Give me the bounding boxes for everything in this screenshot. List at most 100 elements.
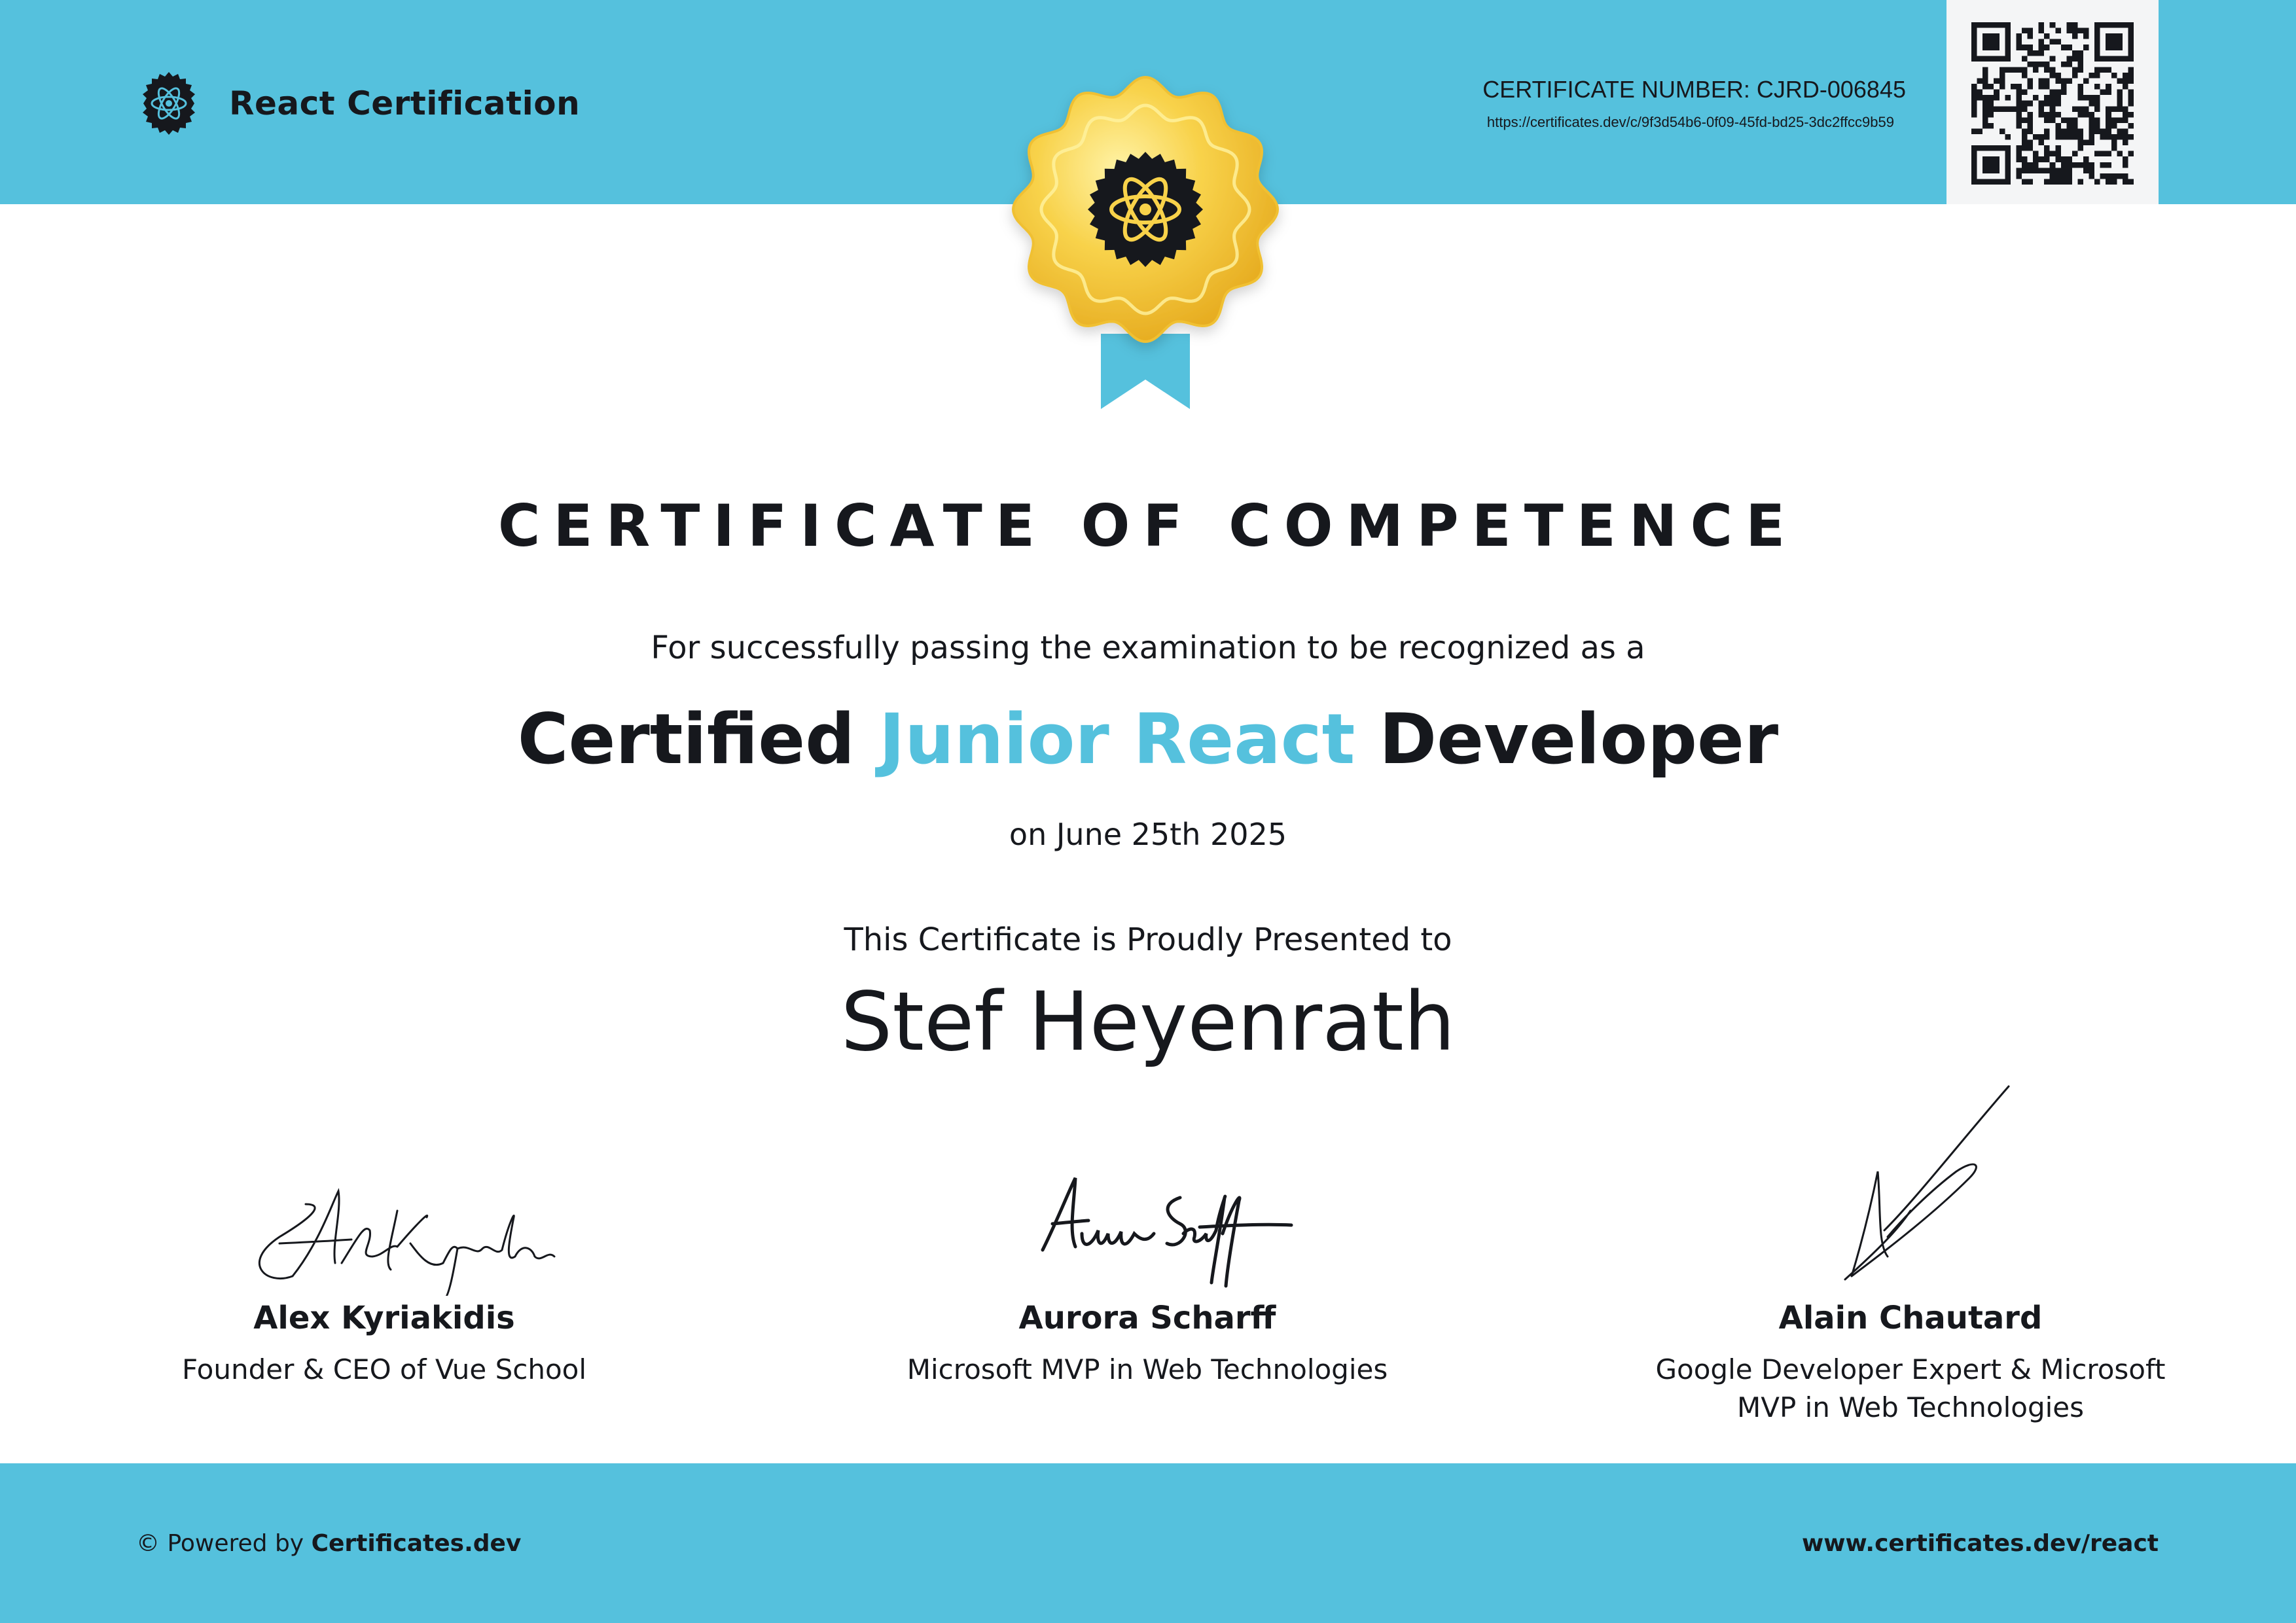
qr-module — [1971, 106, 1977, 112]
qr-code[interactable] — [1946, 0, 2159, 204]
qr-module — [2016, 89, 2022, 96]
qr-module — [2016, 45, 2022, 50]
qr-module — [2066, 134, 2072, 140]
qr-module — [2122, 72, 2128, 79]
qr-module — [2089, 100, 2095, 107]
provider-link[interactable]: Certificates.dev — [312, 1530, 522, 1557]
qr-module — [2122, 179, 2128, 185]
qr-module — [2083, 156, 2089, 162]
powered-by: © Powered by Certificates.dev — [136, 1530, 521, 1557]
qr-module — [2100, 162, 2106, 168]
qr-module — [2077, 56, 2084, 62]
qr-module — [2066, 22, 2072, 28]
qr-module — [2066, 168, 2072, 173]
qr-module — [2077, 50, 2084, 56]
qr-module — [2122, 139, 2128, 146]
qr-module — [2021, 67, 2028, 73]
qr-module — [2033, 50, 2039, 56]
qr-module — [2060, 156, 2067, 162]
qr-module — [2128, 72, 2134, 79]
qr-module — [1988, 122, 1994, 129]
qr-module — [2117, 89, 2123, 96]
qr-module — [2027, 50, 2034, 56]
qr-module — [2060, 173, 2067, 179]
qr-module — [2044, 84, 2050, 90]
qr-module — [2100, 128, 2106, 135]
qr-module — [2044, 33, 2050, 39]
qr-module — [2027, 84, 2034, 90]
qr-module — [2089, 111, 2095, 118]
qr-module — [2033, 61, 2039, 67]
qr-module — [2027, 61, 2034, 67]
certificate-url[interactable]: https://certificates.dev/c/9f3d54b6-0f09… — [1487, 114, 1894, 131]
qr-module — [2027, 100, 2034, 107]
qr-module — [2044, 111, 2050, 118]
qr-module — [2044, 151, 2050, 157]
qr-module — [2038, 61, 2045, 67]
presented-to-text: This Certificate is Proudly Presented to — [844, 921, 1452, 958]
qr-module — [2117, 100, 2123, 107]
powered-by-label: Powered by — [167, 1530, 304, 1557]
qr-module — [2005, 67, 2011, 73]
qr-module — [2044, 128, 2050, 135]
qr-module — [2094, 122, 2100, 129]
qr-module — [1982, 122, 1988, 129]
qr-module — [2038, 78, 2045, 84]
qr-module — [2072, 106, 2078, 112]
qr-module — [2072, 128, 2078, 135]
qr-module — [2038, 134, 2045, 140]
qr-module — [1988, 111, 1994, 118]
qr-module — [2060, 117, 2067, 123]
qr-module — [1988, 84, 1994, 90]
qr-module — [2100, 173, 2106, 179]
qr-module — [1982, 95, 1988, 101]
qr-module — [2128, 67, 2134, 73]
qr-module — [2083, 111, 2089, 118]
qr-module — [1982, 72, 1988, 79]
qr-module — [2077, 106, 2084, 112]
qr-module — [2106, 117, 2111, 123]
qr-module — [2055, 72, 2061, 79]
qr-code-icon — [1971, 22, 2134, 185]
qr-module — [2117, 173, 2123, 179]
qr-module — [1982, 78, 1988, 84]
signatory-role: Google Developer Expert & Microsoft MVP … — [1655, 1353, 2166, 1423]
qr-module — [2038, 39, 2045, 45]
qr-module — [2106, 173, 2111, 179]
signatory-2: Aurora Scharff Microsoft MVP in Web Tech… — [879, 1165, 1416, 1389]
qr-module — [2072, 50, 2078, 56]
qr-module — [2005, 134, 2011, 140]
qr-module — [2044, 134, 2050, 140]
qr-module — [2066, 173, 2072, 179]
qr-module — [2044, 95, 2050, 101]
qr-module — [2089, 122, 2095, 129]
qr-module — [2072, 56, 2078, 62]
qr-module — [2083, 33, 2089, 39]
qr-module — [2044, 78, 2050, 84]
qr-module — [2089, 128, 2095, 135]
qr-module — [2122, 156, 2128, 162]
qr-module — [2106, 151, 2111, 157]
qr-module — [2089, 95, 2095, 101]
qr-module — [1982, 106, 1988, 112]
qr-module — [2117, 117, 2123, 123]
qr-module — [2027, 179, 2034, 185]
qr-module — [2106, 179, 2111, 185]
qr-module — [2016, 84, 2022, 90]
qr-module — [2066, 61, 2072, 67]
qr-module — [1982, 67, 1988, 73]
certificate-number: CERTIFICATE NUMBER: CJRD-006845 — [1482, 76, 1906, 103]
qr-module — [2128, 95, 2134, 101]
qr-module — [2117, 151, 2123, 157]
qr-module — [1988, 95, 1994, 101]
qr-module — [2072, 27, 2078, 34]
qr-module — [1971, 95, 1977, 101]
qr-module — [2005, 106, 2011, 112]
qr-module — [2016, 117, 2022, 123]
qr-module — [2122, 128, 2128, 135]
qr-module — [2072, 151, 2078, 157]
qr-module — [2033, 156, 2039, 162]
qr-module — [2122, 84, 2128, 90]
qr-module — [2072, 67, 2078, 73]
website-link[interactable]: www.certificates.dev/react — [1802, 1530, 2159, 1557]
